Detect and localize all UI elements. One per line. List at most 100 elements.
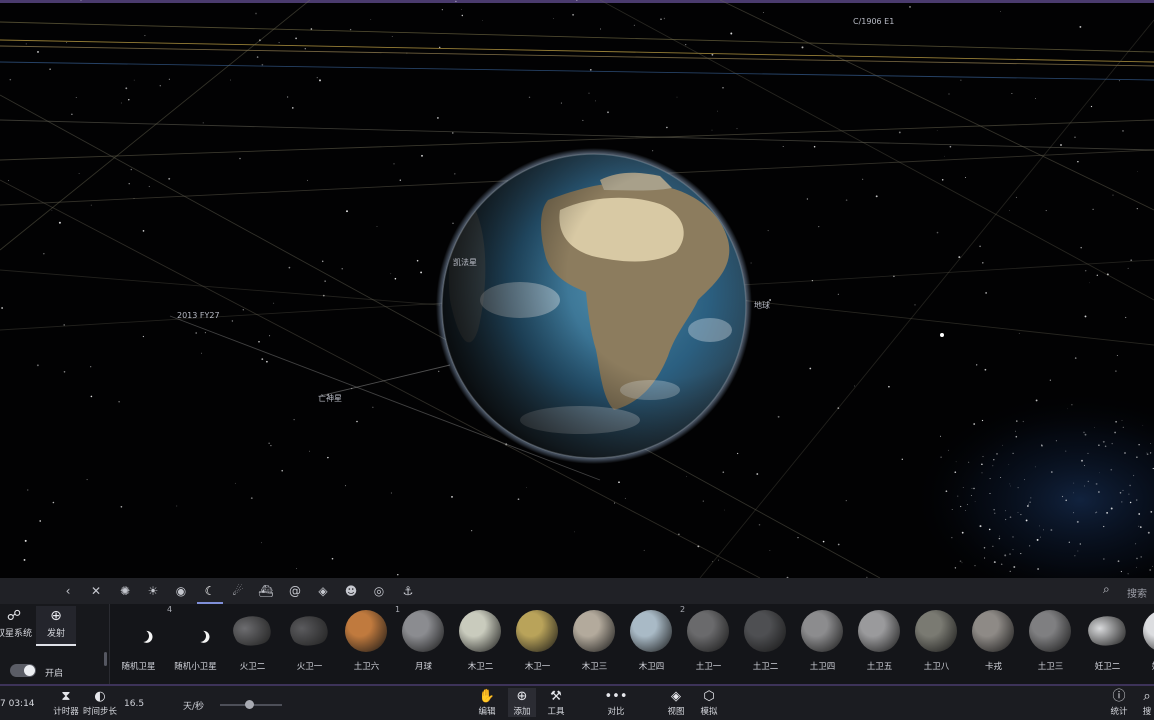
object-tile[interactable]: 土卫三: [1022, 604, 1079, 684]
binary-system-button[interactable]: ☍ 双星系统: [0, 606, 34, 646]
object-tile[interactable]: 土卫五: [851, 604, 908, 684]
object-tile[interactable]: 木卫一: [509, 604, 566, 684]
launch-button[interactable]: ⊕ 发射: [36, 606, 76, 646]
anchor-icon[interactable]: ⚓: [399, 582, 417, 600]
star: [994, 512, 996, 514]
star: [993, 458, 995, 461]
star: [1083, 431, 1085, 434]
tools-button[interactable]: ⚒ 工具: [545, 688, 567, 717]
object-thumbnail: [858, 610, 900, 652]
add-button[interactable]: ⊕ 添加: [508, 688, 536, 717]
lighthouse-icon[interactable]: ◎: [370, 582, 388, 600]
close-icon[interactable]: ✕: [87, 582, 105, 600]
comet-icon[interactable]: ☄: [229, 582, 247, 600]
star: [80, 0, 82, 1]
star: [90, 204, 92, 206]
object-thumbnail: [915, 610, 957, 652]
timestep-slider-thumb[interactable]: [245, 700, 254, 709]
star: [270, 444, 272, 447]
star: [421, 154, 423, 157]
star-icon[interactable]: ☀: [144, 582, 162, 600]
star: [1102, 440, 1105, 443]
sky-label-asteroid[interactable]: 2013 FY27: [177, 311, 220, 320]
rate-unit-label: 天/秒: [183, 702, 205, 712]
object-thumbnail: [284, 612, 334, 650]
people-icon[interactable]: ☻: [342, 582, 360, 600]
star: [1135, 499, 1138, 501]
object-tile[interactable]: 土卫八: [908, 604, 965, 684]
spiral-galaxy-icon[interactable]: @: [286, 582, 304, 600]
view-button[interactable]: ◈ 视图: [665, 688, 687, 717]
object-tile[interactable]: 土卫二: [737, 604, 794, 684]
star: [939, 435, 942, 437]
object-tile[interactable]: 火卫二: [224, 604, 281, 684]
object-tile[interactable]: 2 土卫一: [680, 604, 737, 684]
star: [168, 177, 171, 180]
star: [1095, 482, 1098, 485]
object-tile[interactable]: 妊卫二: [1079, 604, 1136, 684]
compare-button[interactable]: ••• 对比: [604, 688, 628, 717]
star: [702, 500, 704, 502]
main-toolbar: 7 03:14 ⧗ 计时器 ◐ 时间步长 16.5 天/秒 ✋ 编辑 ⊕ 添加: [0, 684, 1154, 720]
edit-button[interactable]: ✋ 编辑: [476, 688, 498, 717]
timestep-button[interactable]: ◐ 时间步长: [82, 688, 118, 717]
object-tile[interactable]: 卡戎: [965, 604, 1022, 684]
star: [960, 79, 962, 81]
timestep-label: 时间步长: [82, 707, 117, 717]
stats-button[interactable]: ⓘ 统计: [1108, 688, 1130, 717]
sky-label-comet[interactable]: C/1906 E1: [853, 17, 894, 26]
galaxy-icon[interactable]: ✺: [116, 582, 134, 600]
object-tile[interactable]: 木卫三: [566, 604, 623, 684]
star: [818, 225, 820, 228]
object-tile[interactable]: 土卫六: [338, 604, 395, 684]
earth-globe[interactable]: [436, 148, 752, 464]
launch-toggle[interactable]: [10, 664, 36, 677]
star: [1002, 444, 1003, 446]
object-tile[interactable]: 土卫四: [794, 604, 851, 684]
star: [1035, 98, 1036, 99]
planet-icon[interactable]: ◉: [172, 582, 190, 600]
star: [1115, 370, 1117, 372]
options-scrollbar[interactable]: [104, 652, 107, 666]
object-tile[interactable]: 4 随机小卫星: [167, 604, 224, 684]
star: [1150, 442, 1152, 445]
star: [607, 111, 609, 114]
star: [1042, 529, 1044, 531]
star: [940, 456, 942, 458]
star: [960, 505, 962, 508]
star: [1009, 570, 1011, 572]
star: [1124, 452, 1126, 454]
sky-label-neptune[interactable]: 亡神星: [318, 393, 342, 404]
object-tile[interactable]: 木卫二: [452, 604, 509, 684]
chevron-left-icon[interactable]: ‹: [59, 582, 77, 600]
search-button[interactable]: ⌕ 搜: [1140, 688, 1154, 717]
object-tile[interactable]: 1 月球: [395, 604, 452, 684]
sky-label-venus[interactable]: 凯法星: [453, 257, 477, 268]
simulate-button[interactable]: ⬡ 模拟: [698, 688, 720, 717]
search-label[interactable]: 搜索: [1127, 585, 1147, 600]
asteroid-icon[interactable]: ◈: [314, 582, 332, 600]
object-tile[interactable]: 随机卫星: [110, 604, 167, 684]
star: [168, 78, 170, 80]
star: [349, 28, 352, 31]
sky-label-earth[interactable]: 地球: [754, 300, 770, 311]
star: [1152, 565, 1153, 567]
object-thumbnail: [573, 610, 615, 652]
spaceship-icon[interactable]: ⛴: [257, 582, 275, 600]
object-tile[interactable]: 木卫四: [623, 604, 680, 684]
object-tile[interactable]: 妊卫一: [1136, 604, 1154, 684]
star: [979, 245, 981, 248]
star: [288, 266, 291, 269]
clock-display: 7 03:14: [0, 699, 35, 709]
moon-icon[interactable]: ☾: [201, 582, 219, 600]
star: [1140, 556, 1143, 558]
space-view[interactable]: [0, 0, 1154, 578]
star: [1103, 525, 1105, 528]
star: [391, 35, 393, 38]
tools-label: 工具: [547, 707, 565, 717]
star: [914, 304, 916, 306]
search-icon[interactable]: ⌕: [1103, 581, 1119, 597]
object-tile[interactable]: 火卫一: [281, 604, 338, 684]
star: [1136, 566, 1137, 568]
timer-button[interactable]: ⧗ 计时器: [52, 688, 80, 717]
